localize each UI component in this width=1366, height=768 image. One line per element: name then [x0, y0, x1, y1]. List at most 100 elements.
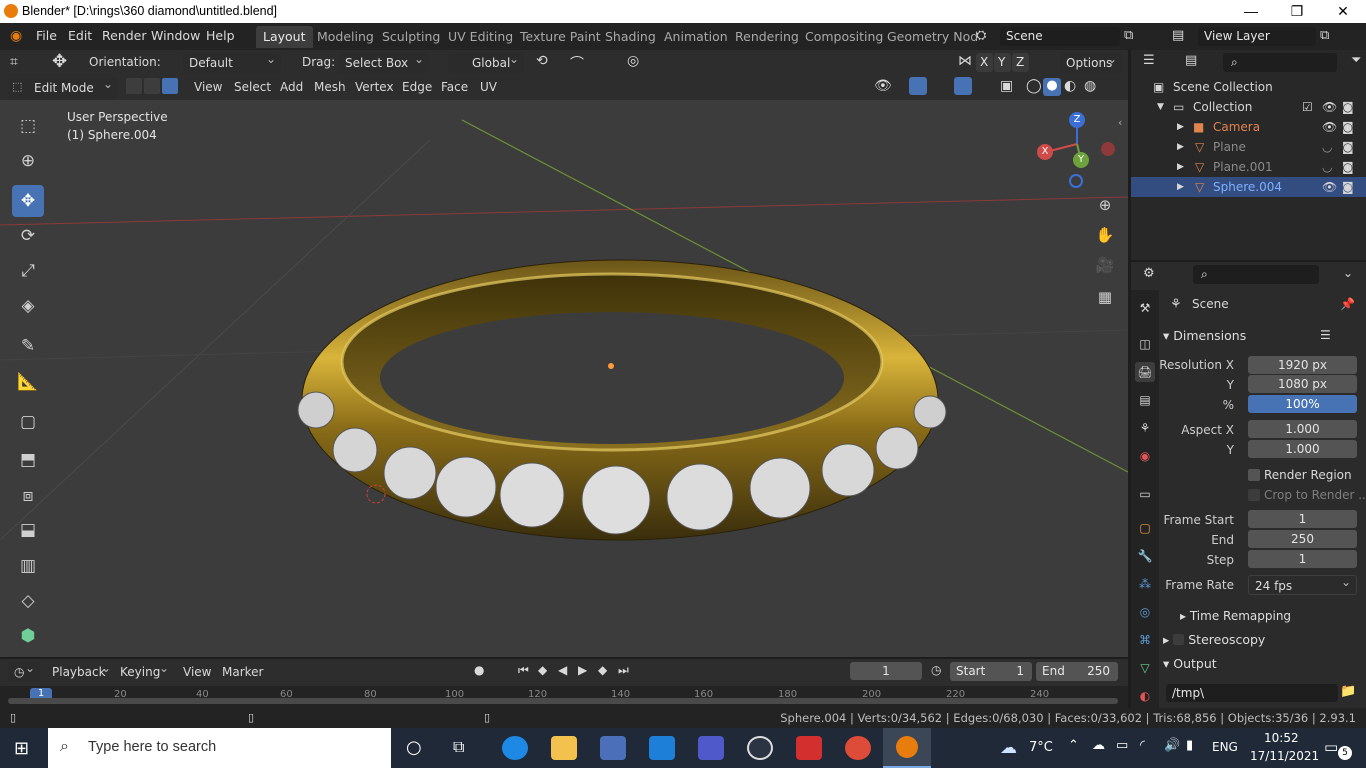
- chrome-icon[interactable]: [845, 736, 871, 760]
- timeline-view-menu[interactable]: View: [183, 665, 211, 679]
- timeline-editor-type-icon[interactable]: ◷: [8, 662, 40, 682]
- tab-geometry-nodes[interactable]: Geometry Nod: [880, 26, 985, 48]
- edge-browser-icon[interactable]: [502, 736, 528, 760]
- outliner-row-collection[interactable]: ▼ ▭ Collection ☑ 👁 ◙: [1131, 97, 1366, 117]
- move-tool-button[interactable]: ✥: [12, 185, 44, 217]
- menu-add[interactable]: Add: [280, 80, 303, 94]
- particles-tab-icon[interactable]: ⁂: [1135, 574, 1155, 594]
- menu-file[interactable]: File: [36, 28, 57, 43]
- measure-tool-icon[interactable]: 📐: [12, 366, 44, 398]
- properties-menu-icon[interactable]: ⌄: [1343, 266, 1353, 280]
- orientation-dropdown[interactable]: Default: [183, 53, 281, 73]
- gizmo-z-axis[interactable]: Z: [1069, 112, 1085, 128]
- temperature-label[interactable]: 7°C: [1029, 740, 1053, 755]
- close-button[interactable]: ✕: [1320, 0, 1366, 23]
- new-scene-icon[interactable]: ⧉: [1124, 28, 1133, 43]
- frame-end-field[interactable]: 250: [1248, 530, 1357, 548]
- jump-start-icon[interactable]: ⏮: [518, 663, 529, 678]
- cursor-tool-icon[interactable]: ⊕: [12, 145, 44, 177]
- mail-icon[interactable]: [649, 736, 675, 760]
- play-reverse-icon[interactable]: ◀: [558, 663, 567, 677]
- render-tab-icon[interactable]: ◫: [1135, 334, 1155, 354]
- render-region-checkbox[interactable]: [1248, 469, 1260, 481]
- loop-cut-tool-icon[interactable]: ▥: [12, 550, 44, 582]
- crop-checkbox[interactable]: [1248, 489, 1260, 501]
- options-dropdown[interactable]: Options: [1060, 53, 1122, 73]
- clock-date[interactable]: 17/11/2021: [1250, 749, 1319, 763]
- keying-menu[interactable]: Keying: [114, 662, 174, 682]
- physics-tab-icon[interactable]: ◎: [1135, 602, 1155, 622]
- mode-dropdown[interactable]: Edit Mode: [8, 78, 118, 98]
- pan-hand-icon[interactable]: ✋: [1092, 222, 1118, 248]
- xray-icon[interactable]: ▣: [1000, 78, 1013, 94]
- eye-icon[interactable]: 👁: [1322, 117, 1337, 137]
- play-icon[interactable]: ▶: [578, 663, 587, 677]
- annotate-tool-icon[interactable]: ✎: [12, 330, 44, 362]
- tab-rendering[interactable]: Rendering: [728, 26, 806, 48]
- gizmo-neg-z-axis[interactable]: [1069, 174, 1083, 188]
- menu-select[interactable]: Select: [234, 80, 271, 94]
- dimensions-panel-header[interactable]: ▾ Dimensions: [1163, 328, 1246, 343]
- expand-arrow-icon[interactable]: ▼: [1157, 97, 1164, 117]
- transform-orientation-dropdown[interactable]: Global: [448, 53, 524, 73]
- clock-icon[interactable]: ◷: [931, 663, 941, 677]
- wifi-icon[interactable]: ◜: [1140, 738, 1145, 753]
- expand-arrow-icon[interactable]: ▶: [1177, 137, 1184, 157]
- resolution-x-field[interactable]: 1920 px: [1248, 356, 1357, 374]
- cortana-icon[interactable]: ○: [406, 737, 422, 758]
- timeline-end-field[interactable]: End 250: [1036, 662, 1118, 681]
- knife-tool-icon[interactable]: ◇: [12, 585, 44, 617]
- microsoft-store-icon[interactable]: [600, 736, 626, 760]
- tab-compositing[interactable]: Compositing: [798, 26, 890, 48]
- visibility-icon[interactable]: 👁: [874, 78, 892, 94]
- render-camera-icon[interactable]: ◙: [1342, 177, 1354, 197]
- teams-icon[interactable]: [698, 736, 724, 760]
- menu-render[interactable]: Render: [102, 28, 147, 43]
- menu-uv[interactable]: UV: [480, 80, 497, 94]
- world-tab-icon[interactable]: ◉: [1135, 446, 1155, 466]
- material-shading-icon[interactable]: ◐: [1064, 78, 1076, 94]
- gizmo-x-axis[interactable]: X: [1037, 144, 1053, 160]
- mega-icon[interactable]: [796, 736, 822, 760]
- overlay-toggle-icon[interactable]: [954, 77, 972, 95]
- output-path-field[interactable]: /tmp\: [1166, 684, 1338, 702]
- task-view-icon[interactable]: ⧉: [453, 737, 464, 757]
- weather-cloud-icon[interactable]: ☁: [1000, 738, 1017, 758]
- rendered-shading-icon[interactable]: ◍: [1084, 78, 1096, 94]
- add-cube-tool-icon[interactable]: ▢: [12, 406, 44, 438]
- scale-tool-icon[interactable]: ⤢: [12, 255, 44, 287]
- folder-icon[interactable]: 📁: [1340, 684, 1356, 699]
- view-layer-field[interactable]: View Layer: [1198, 27, 1316, 46]
- outliner-row-sphere-004[interactable]: ▶ ▽ Sphere.004 👁 ◙: [1131, 177, 1366, 197]
- eye-icon[interactable]: 👁: [1322, 177, 1337, 197]
- outliner-editor-icon[interactable]: ☰: [1143, 53, 1155, 68]
- timeline-start-field[interactable]: Start 1: [950, 662, 1032, 681]
- output-panel-header[interactable]: ▾ Output: [1163, 656, 1217, 671]
- outliner-row-plane[interactable]: ▶ ▽ Plane ◡ ◙: [1131, 137, 1366, 157]
- filter-icon[interactable]: ⏷: [1351, 53, 1361, 68]
- tab-shading[interactable]: Shading: [598, 26, 663, 48]
- tray-expand-icon[interactable]: ⌃: [1068, 738, 1079, 753]
- next-keyframe-icon[interactable]: ◆: [598, 663, 607, 677]
- blender-taskbar-button[interactable]: [883, 728, 931, 768]
- minimize-button[interactable]: —: [1228, 0, 1274, 23]
- properties-search-input[interactable]: ⌕: [1193, 265, 1319, 284]
- notification-icon[interactable]: ▭: [1324, 738, 1338, 756]
- tool-tab-icon[interactable]: ⚒: [1135, 298, 1155, 318]
- zoom-icon[interactable]: ⊕: [1092, 192, 1118, 218]
- view-layer-tab-icon[interactable]: ▤: [1135, 390, 1155, 410]
- transform-tool-icon[interactable]: ◈: [12, 290, 44, 322]
- perspective-grid-icon[interactable]: ▦: [1092, 284, 1118, 310]
- 3d-viewport[interactable]: User Perspective (1) Sphere.004 Z X Y ⊕ …: [0, 100, 1128, 657]
- record-icon[interactable]: ●: [474, 663, 484, 677]
- language-label[interactable]: ENG: [1212, 740, 1238, 754]
- eye-icon[interactable]: 👁: [1322, 97, 1337, 117]
- scene-name-field[interactable]: Scene: [1000, 27, 1120, 46]
- menu-view[interactable]: View: [194, 80, 222, 94]
- rotate-tool-icon[interactable]: ⟳: [12, 220, 44, 252]
- taskbar-search-box[interactable]: ⌕ Type here to search: [48, 728, 391, 768]
- mirror-x-toggle[interactable]: X: [976, 53, 993, 72]
- maximize-button[interactable]: ❐: [1274, 0, 1320, 23]
- display-mode-icon[interactable]: ▤: [1185, 53, 1197, 68]
- jump-end-icon[interactable]: ⏭: [618, 663, 629, 678]
